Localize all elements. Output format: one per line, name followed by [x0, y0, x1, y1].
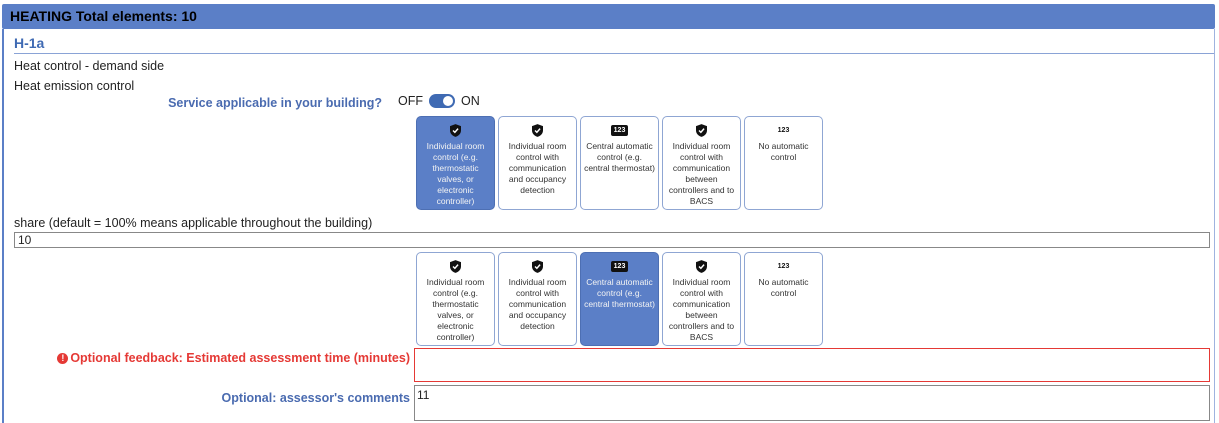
option-card[interactable]: 123 No automatic control [744, 252, 823, 346]
option-label: Central automatic control (e.g. central … [584, 277, 655, 309]
feedback-label: ! Optional feedback: Estimated assessmen… [57, 351, 410, 365]
option-label: No automatic control [758, 141, 809, 162]
option-icon-wrap: 123 [581, 121, 658, 139]
option-icon-wrap: 123 [745, 121, 822, 139]
shield-check-icon [532, 123, 543, 137]
option-label: Central automatic control (e.g. central … [584, 141, 655, 173]
feedback-label-text: Optional feedback: Estimated assessment … [70, 351, 410, 365]
option-card[interactable]: Individual room control (e.g. thermostat… [416, 252, 495, 346]
option-card[interactable]: Individual room control with communicati… [498, 116, 577, 210]
shield-check-icon [450, 123, 461, 137]
element-description: Heat emission control [14, 79, 135, 93]
shield-check-icon [696, 123, 707, 137]
option-icon-wrap [417, 121, 494, 139]
option-card[interactable]: Individual room control with communicati… [498, 252, 577, 346]
option-label: Individual room control (e.g. thermostat… [426, 277, 485, 342]
shield-check-icon [450, 259, 461, 273]
option-icon-wrap [499, 257, 576, 275]
option-card[interactable]: 123 Central automatic control (e.g. centr… [580, 252, 659, 346]
toggle-off-label: OFF [398, 94, 423, 108]
option-label: No automatic control [758, 277, 809, 298]
option-card[interactable]: Individual room control with communicati… [662, 116, 741, 210]
toggle-on-label: ON [461, 94, 480, 108]
option-label: Individual room control with communicati… [668, 277, 735, 342]
feedback-input[interactable] [414, 348, 1210, 382]
option-group-1: Individual room control (e.g. thermostat… [416, 116, 823, 210]
comments-label: Optional: assessor's comments [221, 391, 410, 405]
error-icon: ! [57, 352, 69, 364]
shield-check-icon [696, 259, 707, 273]
section-header: HEATING Total elements: 10 [2, 4, 1215, 29]
option-card[interactable]: 123 No automatic control [744, 116, 823, 210]
option-group-2: Individual room control (e.g. thermostat… [416, 252, 823, 346]
service-toggle[interactable] [429, 94, 455, 108]
option-icon-wrap [417, 257, 494, 275]
option-label: Individual room control with communicati… [508, 141, 567, 195]
service-toggle-group: OFF ON [398, 94, 480, 108]
option-icon-wrap [663, 121, 740, 139]
comments-textarea[interactable]: 11 [414, 385, 1210, 421]
element-category: Heat control - demand side [14, 59, 165, 73]
share-input[interactable]: 10 [14, 232, 1210, 248]
option-card[interactable]: 123 Central automatic control (e.g. centr… [580, 116, 659, 210]
service-applicable-label: Service applicable in your building? [168, 96, 382, 110]
option-icon-wrap: 123 [581, 257, 658, 275]
option-label: Individual room control with communicati… [668, 141, 735, 206]
option-icon-wrap [663, 257, 740, 275]
123-badge-icon: 123 [610, 260, 629, 272]
123-text-icon: 123 [777, 126, 790, 134]
option-icon-wrap [499, 121, 576, 139]
option-card[interactable]: Individual room control (e.g. thermostat… [416, 116, 495, 210]
section-title: HEATING Total elements: 10 [10, 8, 197, 24]
option-label: Individual room control with communicati… [508, 277, 567, 331]
element-code: H-1a [14, 35, 45, 51]
option-label: Individual room control (e.g. thermostat… [426, 141, 485, 206]
123-text-icon: 123 [777, 262, 790, 270]
divider [14, 53, 1214, 54]
123-badge-icon: 123 [610, 124, 629, 136]
option-card[interactable]: Individual room control with communicati… [662, 252, 741, 346]
option-icon-wrap: 123 [745, 257, 822, 275]
shield-check-icon [532, 259, 543, 273]
share-label: share (default = 100% means applicable t… [14, 216, 373, 230]
